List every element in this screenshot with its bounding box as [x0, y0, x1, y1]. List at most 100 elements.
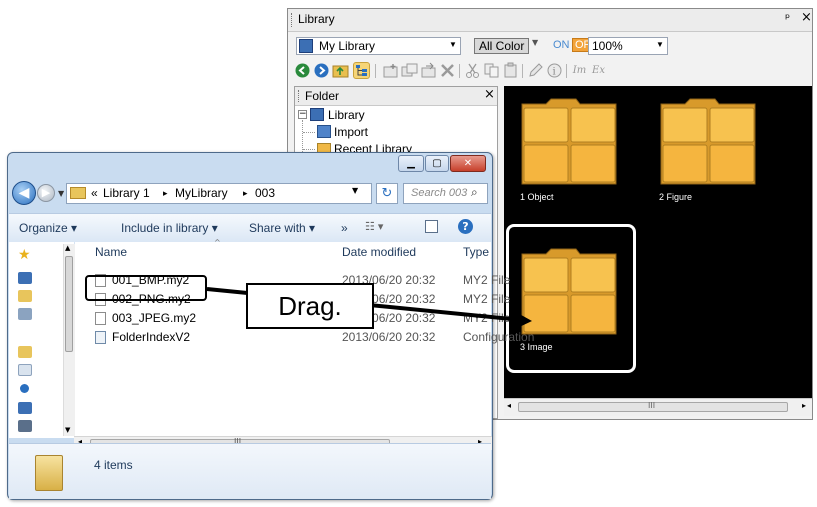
downloads-icon[interactable]	[18, 290, 32, 302]
folder-up-icon[interactable]	[332, 62, 349, 79]
file-type: MY2 File	[463, 273, 511, 287]
drag-instruction-label: Drag.	[246, 283, 374, 329]
search-placeholder: Search 003	[411, 187, 468, 199]
close-icon[interactable]: ×	[484, 87, 495, 102]
scroll-right-icon[interactable]: ▸	[802, 401, 806, 410]
dragged-file-highlight	[85, 275, 207, 301]
edit-icon[interactable]	[527, 62, 544, 79]
export-icon[interactable]: Ex	[590, 62, 607, 79]
folder-pane-title: Folder	[305, 89, 340, 103]
chevron-down-icon[interactable]: ▼	[532, 38, 538, 47]
chevron-down-icon[interactable]: ▼	[655, 40, 665, 52]
pictures-icon[interactable]	[18, 402, 32, 414]
library-icon	[299, 39, 313, 53]
documents-icon[interactable]	[18, 364, 32, 376]
view-options-icon[interactable]: ☷ ▾	[365, 220, 383, 233]
favorites-icon[interactable]: ★	[18, 247, 34, 263]
on-toggle[interactable]: ON	[553, 39, 570, 51]
copy-folder-icon[interactable]	[401, 62, 418, 79]
refresh-button[interactable]: ↻	[376, 183, 398, 204]
file-name: 003_JPEG.my2	[112, 311, 197, 325]
preview-pane-icon[interactable]	[425, 220, 438, 233]
library-title-bar[interactable]: Library ᵖ ×	[288, 9, 812, 32]
scroll-thumb[interactable]	[65, 256, 73, 352]
thumbnail-hscrollbar[interactable]: ◂ III ▸	[504, 398, 812, 416]
zoom-value: 100%	[592, 39, 623, 53]
collapse-icon[interactable]: −	[298, 110, 307, 119]
search-icon[interactable]: ⌕	[471, 185, 478, 200]
explorer-content: ★ ▲ ▼ Name ^ Date modified Type 001_BMP.…	[9, 238, 534, 438]
drag-grip[interactable]	[291, 13, 294, 27]
new-folder-icon[interactable]	[382, 62, 399, 79]
close-icon[interactable]: ×	[801, 10, 812, 25]
forward-button[interactable]: ▶	[37, 184, 55, 202]
close-button[interactable]: ✕	[450, 155, 486, 172]
desktop-icon[interactable]	[18, 272, 32, 284]
move-folder-icon[interactable]	[420, 62, 437, 79]
back-button[interactable]: ◀	[12, 181, 36, 205]
folder-thumbnail[interactable]	[657, 96, 760, 186]
import-icon[interactable]: Im	[571, 62, 588, 79]
chevron-down-icon[interactable]: ▼	[352, 186, 358, 195]
file-name: FolderIndexV2	[112, 330, 191, 344]
scroll-down-icon[interactable]: ▼	[65, 426, 70, 434]
breadcrumb-separator-icon[interactable]: ▸	[243, 188, 248, 199]
toolbar-separator	[375, 64, 376, 78]
file-type: Configuration	[463, 330, 535, 344]
scroll-left-icon[interactable]: ◂	[507, 401, 511, 410]
config-file-icon	[95, 331, 106, 344]
help-icon[interactable]: ?	[458, 219, 473, 234]
chevron-down-icon[interactable]: ▼	[448, 40, 458, 52]
back-icon[interactable]	[294, 62, 311, 79]
file-icon	[95, 312, 106, 325]
pin-icon[interactable]: ᵖ	[785, 11, 790, 25]
organize-menu[interactable]: Organize ▾	[19, 221, 77, 235]
thumbnail-label: 2 Figure	[659, 192, 693, 202]
folder-pane-header: Folder ×	[295, 87, 497, 106]
thumbnail-label: 1 Object	[520, 192, 554, 202]
zoom-select[interactable]: 100% ▼	[588, 37, 668, 55]
more-commands-button[interactable]: »	[341, 221, 348, 235]
search-input[interactable]: Search 003 ⌕	[403, 183, 488, 204]
tree-view-icon[interactable]	[353, 62, 370, 79]
include-in-library-menu[interactable]: Include in library ▾	[121, 221, 218, 235]
maximize-button[interactable]: ▢	[425, 155, 449, 172]
nav-pane-scrollbar[interactable]: ▲ ▼	[63, 244, 75, 436]
navigation-bar: ◀ ▶ ▼ « Library 1 ▸ MyLibrary ▸ 003 ▼ ↻ …	[8, 177, 494, 209]
breadcrumb-overflow[interactable]: «	[91, 186, 98, 200]
cut-icon[interactable]	[464, 62, 481, 79]
library-title: Library	[298, 12, 335, 26]
scroll-up-icon[interactable]: ▲	[65, 244, 70, 252]
properties-icon[interactable]: i	[546, 62, 563, 79]
tree-line	[303, 149, 315, 151]
videos-icon[interactable]	[18, 420, 32, 432]
details-pane: 4 items	[9, 443, 491, 499]
window-caption-buttons: ▁ ▢ ✕	[398, 155, 486, 173]
breadcrumb-item[interactable]: MyLibrary	[175, 186, 228, 200]
recent-pages-icon[interactable]: ▼	[58, 189, 64, 198]
tree-item-library[interactable]: Library	[328, 108, 365, 122]
music-icon[interactable]	[20, 384, 29, 393]
recent-places-icon[interactable]	[18, 308, 32, 320]
tree-item-import[interactable]: Import	[334, 125, 368, 139]
column-header-type[interactable]: Type	[463, 245, 489, 259]
folder-icon	[70, 187, 86, 199]
drag-grip[interactable]	[298, 90, 301, 102]
delete-icon[interactable]	[439, 62, 456, 79]
minimize-button[interactable]: ▁	[398, 155, 424, 172]
breadcrumb-item[interactable]: 003	[255, 186, 275, 200]
breadcrumb-separator-icon[interactable]: ▸	[163, 188, 168, 199]
share-with-menu[interactable]: Share with ▾	[249, 221, 315, 235]
libraries-icon[interactable]	[18, 346, 32, 358]
color-filter-select[interactable]: All Color ▼	[470, 37, 547, 55]
file-row[interactable]: FolderIndexV2 2013/06/20 20:32 Configura…	[95, 328, 534, 347]
paste-icon[interactable]	[502, 62, 519, 79]
address-bar[interactable]: « Library 1 ▸ MyLibrary ▸ 003 ▼	[66, 183, 372, 204]
copy-icon[interactable]	[483, 62, 500, 79]
column-header-date[interactable]: Date modified	[342, 245, 416, 259]
library-select[interactable]: My Library ▼	[296, 37, 461, 55]
column-header-name[interactable]: Name	[95, 245, 127, 259]
breadcrumb-item[interactable]: Library 1	[103, 186, 150, 200]
folder-thumbnail[interactable]	[518, 96, 621, 186]
forward-icon[interactable]	[313, 62, 330, 79]
